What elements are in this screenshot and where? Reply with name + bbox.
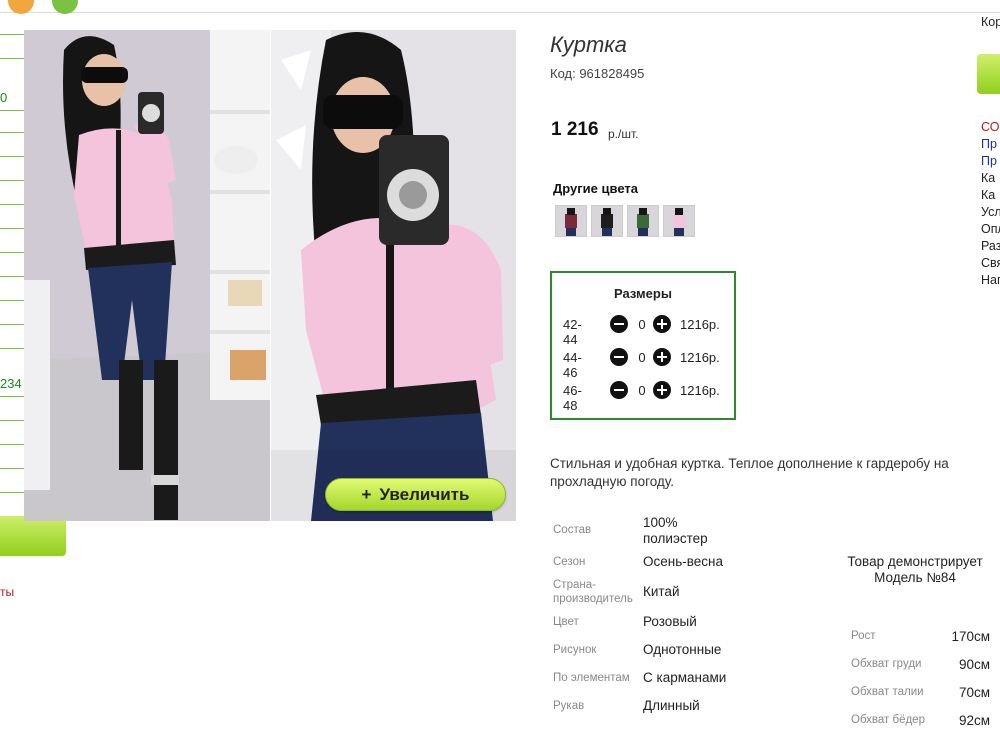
attribute-label: Состав	[553, 524, 592, 536]
color-swatch[interactable]	[591, 205, 623, 237]
left-divider	[0, 204, 24, 205]
measurement-value: 70см	[958, 685, 990, 700]
size-quantity: 0	[638, 383, 646, 398]
left-sidebar: 0 234	[0, 0, 24, 729]
measurement-label: Обхват груди	[851, 658, 922, 670]
measurement-label: Рост	[851, 630, 876, 642]
sidebar-link[interactable]: Наг	[981, 272, 1000, 289]
product-photo-main[interactable]	[24, 30, 270, 521]
size-price: 1216р.	[680, 317, 720, 332]
sidebar-link[interactable]: Свя	[981, 255, 1000, 272]
plus-icon[interactable]	[653, 348, 671, 366]
zoom-button[interactable]: + Увеличить	[325, 478, 506, 511]
sidebar-link[interactable]: Пр	[981, 153, 997, 170]
measurement-label: Обхват бёдер	[851, 714, 925, 726]
zoom-button-label: Увеличить	[379, 484, 470, 504]
measurement-value: 92см	[958, 713, 990, 728]
left-divider	[0, 420, 24, 421]
size-price: 1216р.	[680, 350, 720, 365]
sizes-box: Размеры 42-44 0 1216р. 44-46 0 1216р. 46…	[550, 271, 736, 420]
left-divider	[0, 276, 24, 277]
sidebar-link[interactable]: Раз	[981, 238, 1000, 255]
sidebar-link[interactable]: Пр	[981, 136, 997, 153]
sidebar-link[interactable]: Ка	[981, 187, 995, 204]
sidebar-link[interactable]: Опл	[981, 221, 1000, 238]
left-divider	[0, 228, 24, 229]
size-price: 1216р.	[680, 383, 720, 398]
color-swatch[interactable]	[663, 205, 695, 237]
left-divider	[0, 156, 24, 157]
other-colors-label: Другие цвета	[553, 181, 638, 196]
sizes-title: Размеры	[614, 286, 672, 301]
left-red-link[interactable]: ты	[0, 585, 14, 599]
measurement-label: Обхват талии	[851, 686, 924, 698]
model-caption: Товар демонстрирует Модель №84	[847, 554, 983, 585]
product-code: Код: 961828495	[550, 66, 645, 81]
attribute-label: Сезон	[553, 556, 586, 568]
size-label: 46-48	[563, 383, 582, 413]
attribute-value: Китай	[643, 584, 680, 599]
left-green-button[interactable]	[0, 516, 66, 556]
attribute-value: 100% полиэстер	[643, 515, 708, 546]
attribute-label: Страна-производитель	[553, 579, 633, 605]
size-label: 42-44	[563, 317, 582, 347]
left-divider	[0, 300, 24, 301]
plus-icon: +	[361, 484, 372, 504]
minus-icon[interactable]	[610, 315, 628, 333]
plus-icon[interactable]	[653, 315, 671, 333]
attribute-value: С карманами	[643, 670, 727, 685]
measurement-value: 90см	[958, 657, 990, 672]
attribute-value: Розовый	[643, 614, 697, 629]
product-description: Стильная и удобная куртка. Теплое дополн…	[550, 456, 949, 489]
attribute-value: Однотонные	[643, 642, 722, 657]
left-divider	[0, 252, 24, 253]
left-divider	[0, 110, 24, 111]
left-divider	[0, 324, 24, 325]
left-divider	[0, 492, 24, 493]
sidebar-link[interactable]: СО	[981, 119, 999, 136]
size-quantity: 0	[638, 317, 646, 332]
left-counter: 234	[0, 376, 22, 391]
left-divider	[0, 132, 24, 133]
attribute-value: Длинный	[643, 698, 700, 713]
minus-icon[interactable]	[610, 348, 628, 366]
left-divider	[0, 180, 24, 181]
left-divider	[0, 34, 24, 35]
color-swatch[interactable]	[627, 205, 659, 237]
product-price: 1 216	[551, 119, 599, 140]
left-divider	[0, 348, 24, 349]
product-photo-closeup[interactable]	[271, 30, 516, 521]
attribute-label: Рисунок	[553, 644, 597, 656]
left-counter: 0	[0, 90, 8, 105]
left-divider	[0, 468, 24, 469]
measurement-value: 170см	[951, 629, 990, 644]
color-swatch[interactable]	[555, 205, 587, 237]
product-title: Куртка	[550, 32, 627, 57]
left-divider	[0, 396, 24, 397]
size-label: 44-46	[563, 350, 582, 380]
minus-icon[interactable]	[610, 381, 628, 399]
top-divider	[0, 12, 1000, 13]
price-unit: р./шт.	[608, 127, 639, 141]
right-green-button[interactable]	[977, 54, 1000, 94]
cart-link[interactable]: Кор	[981, 14, 1000, 31]
attribute-label: Рукав	[553, 700, 585, 712]
plus-icon[interactable]	[653, 381, 671, 399]
attribute-label: По элементам	[553, 672, 630, 684]
sidebar-link[interactable]: Ка	[981, 170, 995, 187]
attribute-value: Осень-весна	[643, 554, 723, 569]
left-divider	[0, 58, 24, 59]
size-quantity: 0	[638, 350, 646, 365]
attribute-label: Цвет	[553, 616, 579, 628]
sidebar-link[interactable]: Усл	[981, 204, 1000, 221]
left-divider	[0, 444, 24, 445]
